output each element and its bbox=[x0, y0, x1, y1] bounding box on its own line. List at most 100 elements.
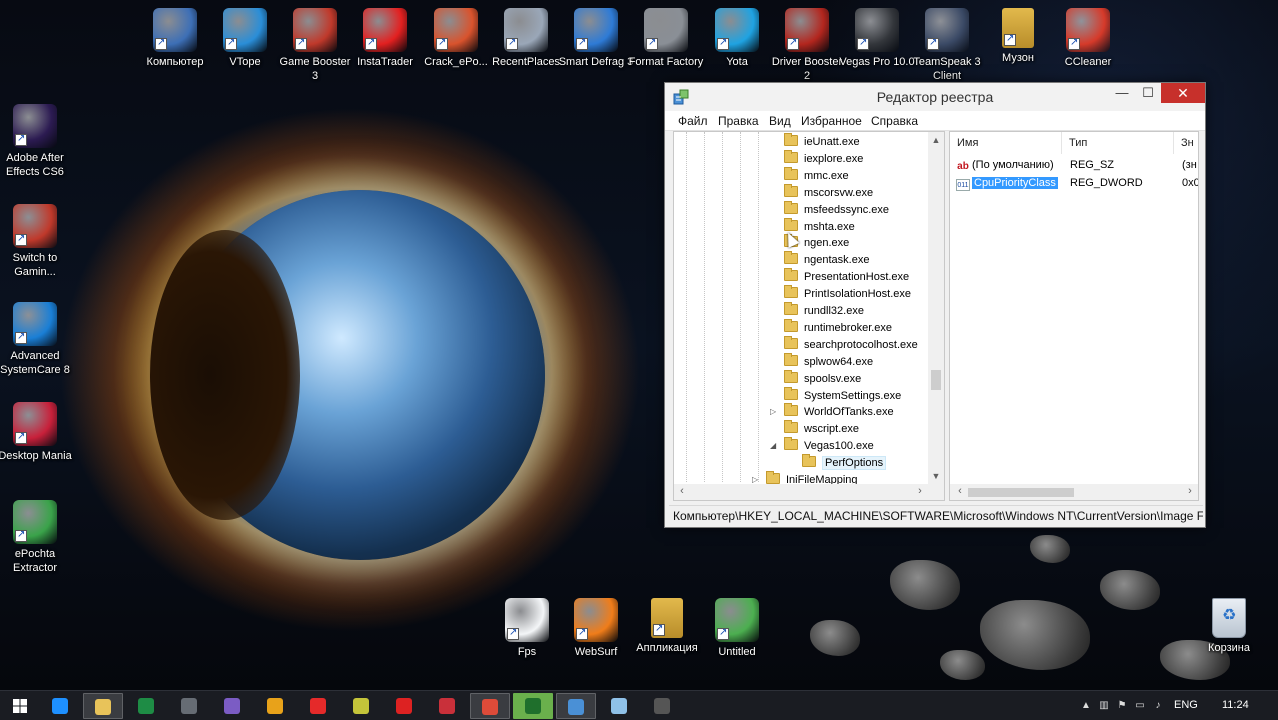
value-row[interactable]: 011 CpuPriorityClass bbox=[956, 174, 1058, 192]
tree-item-label: mshta.exe bbox=[804, 220, 855, 233]
desktop-icon[interactable]: Driver Booster 2 bbox=[768, 8, 846, 83]
tree-item[interactable]: PrintIsolationHost.exe bbox=[784, 285, 911, 303]
column-header-type[interactable]: Тип bbox=[1062, 132, 1174, 154]
desktop-icon[interactable]: Vegas Pro 10.0 bbox=[838, 8, 916, 69]
tree-item[interactable]: ieUnatt.exe bbox=[784, 133, 860, 151]
desktop-icon[interactable]: Crack_ePo... bbox=[417, 8, 495, 69]
tree-vertical-scrollbar[interactable]: ▲ ▼ bbox=[928, 132, 944, 484]
scroll-left-arrow-icon[interactable]: ‹ bbox=[674, 484, 690, 500]
tree-horizontal-scrollbar[interactable]: ‹ › bbox=[674, 484, 944, 500]
network-icon[interactable]: ▥ bbox=[1098, 700, 1110, 712]
scroll-thumb[interactable] bbox=[931, 370, 941, 390]
desktop-icon[interactable]: Game Booster 3 bbox=[276, 8, 354, 83]
desktop-icon[interactable]: Аппликация bbox=[628, 598, 706, 655]
tree-item[interactable]: PerfOptions bbox=[802, 454, 887, 472]
tree-item[interactable]: SystemSettings.exe bbox=[784, 386, 901, 405]
tree-item[interactable]: wscript.exe bbox=[784, 420, 859, 438]
taskbar-button[interactable] bbox=[599, 693, 639, 719]
desktop-icon[interactable]: Компьютер bbox=[136, 8, 214, 69]
desktop-icon[interactable]: Switch to Gamin... bbox=[0, 204, 74, 279]
tree-item[interactable]: msfeedssync.exe bbox=[784, 200, 889, 219]
values-horizontal-scrollbar[interactable]: ‹ › bbox=[950, 484, 1198, 500]
maximize-button[interactable]: ☐ bbox=[1135, 83, 1161, 103]
menu-edit[interactable]: Правка bbox=[718, 114, 759, 128]
taskbar-button[interactable] bbox=[341, 693, 381, 719]
desktop-icon[interactable]: InstaTrader bbox=[346, 8, 424, 69]
menu-help[interactable]: Справка bbox=[871, 114, 918, 128]
desktop-icon[interactable]: Yota bbox=[698, 8, 776, 69]
scroll-right-arrow-icon[interactable]: › bbox=[1182, 484, 1198, 500]
desktop-icon[interactable]: VTope bbox=[206, 8, 284, 69]
language-indicator[interactable]: ENG bbox=[1174, 699, 1198, 711]
taskbar-button[interactable] bbox=[513, 693, 553, 719]
taskbar-button[interactable] bbox=[126, 693, 166, 719]
desktop-icon[interactable]: Untitled bbox=[698, 598, 776, 659]
desktop-icon[interactable]: Adobe After Effects CS6 bbox=[0, 104, 74, 179]
tree-item[interactable]: mmc.exe bbox=[784, 166, 849, 185]
desktop-icon[interactable]: Desktop Mania bbox=[0, 402, 74, 463]
tree-item[interactable]: PresentationHost.exe bbox=[784, 268, 909, 286]
registry-editor-window[interactable]: Редактор реестра — ☐ ✕ Файл Правка Вид И… bbox=[664, 82, 1206, 528]
taskbar-button[interactable] bbox=[642, 693, 682, 719]
taskbar-button[interactable] bbox=[255, 693, 295, 719]
desktop-icon[interactable]: Smart Defrag 3 bbox=[557, 8, 635, 69]
tree-item[interactable]: rundll32.exe bbox=[784, 302, 864, 320]
tree-item[interactable]: runtimebroker.exe bbox=[784, 318, 892, 337]
taskbar-button[interactable] bbox=[169, 693, 209, 719]
expand-arrow-icon[interactable]: ▷ bbox=[752, 475, 758, 484]
collapse-arrow-icon[interactable]: ◢ bbox=[770, 441, 776, 450]
volume-icon[interactable]: ♪ bbox=[1152, 700, 1164, 712]
column-header-data[interactable]: Зн bbox=[1174, 132, 1198, 154]
scroll-left-arrow-icon[interactable]: ‹ bbox=[952, 484, 968, 500]
desktop-icon[interactable]: RecentPlaces bbox=[487, 8, 565, 69]
menu-favorites[interactable]: Избранное bbox=[801, 114, 862, 128]
taskbar-button[interactable] bbox=[427, 693, 467, 719]
title-bar[interactable]: Редактор реестра — ☐ ✕ bbox=[665, 83, 1205, 111]
taskbar-button[interactable] bbox=[470, 693, 510, 719]
registry-values-list[interactable]: Имя Тип Зн ab (По умолчанию) REG_SZ (зн 0… bbox=[949, 131, 1199, 501]
menu-view[interactable]: Вид bbox=[769, 114, 791, 128]
tree-item[interactable]: mscorsvw.exe bbox=[784, 183, 873, 202]
taskbar-button[interactable] bbox=[384, 693, 424, 719]
tree-item[interactable]: Vegas100.exe bbox=[784, 437, 874, 455]
scroll-down-arrow-icon[interactable]: ▼ bbox=[928, 468, 944, 484]
tray-up-arrow-icon[interactable]: ▲ bbox=[1080, 700, 1092, 712]
column-header-name[interactable]: Имя bbox=[950, 132, 1062, 154]
taskbar-button[interactable] bbox=[212, 693, 252, 719]
tree-item[interactable]: spoolsv.exe bbox=[784, 369, 861, 388]
taskbar-button[interactable] bbox=[83, 693, 123, 719]
value-row[interactable]: ab (По умолчанию) bbox=[956, 156, 1054, 174]
flag-icon[interactable]: ⚑ bbox=[1116, 700, 1128, 712]
start-button[interactable] bbox=[0, 693, 40, 719]
value-name: (По умолчанию) bbox=[972, 159, 1054, 171]
tree-item[interactable]: splwow64.exe bbox=[784, 352, 873, 371]
desktop-icon[interactable]: Advanced SystemCare 8 bbox=[0, 302, 74, 377]
menu-file[interactable]: Файл bbox=[678, 114, 708, 128]
desktop-icon[interactable]: WebSurf bbox=[557, 598, 635, 659]
minimize-button[interactable]: — bbox=[1109, 83, 1135, 103]
desktop-icon[interactable]: Fps bbox=[488, 598, 566, 659]
desktop-icon[interactable]: Музон bbox=[979, 8, 1057, 65]
tree-item[interactable]: searchprotocolhost.exe bbox=[784, 335, 918, 354]
expand-arrow-icon[interactable]: ▷ bbox=[770, 407, 776, 416]
desktop-icon[interactable]: TeamSpeak 3 Client bbox=[908, 8, 986, 83]
viber-icon bbox=[224, 698, 240, 714]
scroll-right-arrow-icon[interactable]: › bbox=[912, 484, 928, 500]
registry-tree[interactable]: ieUnatt.exe iexplore.exe mmc.exe mscorsvw.e… bbox=[673, 131, 945, 501]
taskbar-button[interactable] bbox=[40, 693, 80, 719]
close-button[interactable]: ✕ bbox=[1161, 83, 1205, 103]
shortcut-arrow-icon bbox=[15, 232, 27, 246]
recycle-bin[interactable]: ♻ Корзина bbox=[1190, 598, 1268, 655]
battery-icon[interactable]: ▭ bbox=[1134, 700, 1146, 712]
taskbar-button[interactable] bbox=[298, 693, 338, 719]
tree-item[interactable]: iexplore.exe bbox=[784, 149, 863, 168]
desktop-icon[interactable]: CCleaner bbox=[1049, 8, 1127, 69]
taskbar-button[interactable] bbox=[556, 693, 596, 719]
clock[interactable]: 11:24 bbox=[1222, 699, 1249, 711]
desktop-icon[interactable]: Format Factory bbox=[627, 8, 705, 69]
desktop-icon[interactable]: ePochta Extractor bbox=[0, 500, 74, 575]
tree-item[interactable]: WorldOfTanks.exe bbox=[784, 403, 894, 421]
scroll-up-arrow-icon[interactable]: ▲ bbox=[928, 132, 944, 148]
tree-item[interactable]: ngentask.exe bbox=[784, 251, 869, 269]
scroll-thumb[interactable] bbox=[968, 488, 1074, 497]
